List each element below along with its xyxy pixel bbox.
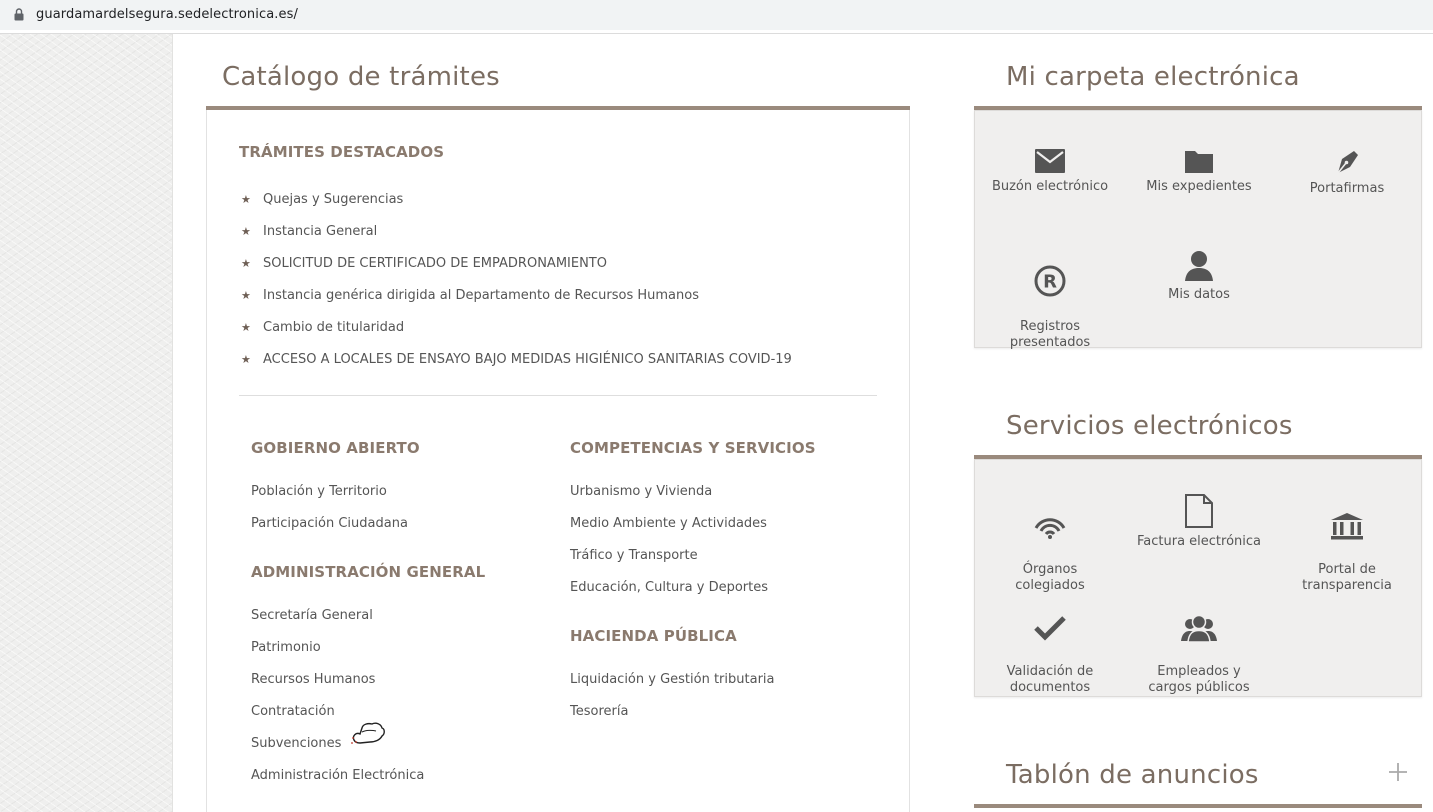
category-link[interactable]: Medio Ambiente y Actividades [570, 508, 768, 540]
lock-icon [14, 8, 24, 21]
tile-label: Portafirmas [1309, 181, 1385, 196]
star-icon: ★ [241, 193, 251, 206]
catalog-title: Catálogo de trámites [222, 62, 500, 92]
registered-icon: R [1034, 265, 1066, 297]
tile-label: Validación de documentos [1006, 664, 1094, 695]
category-link[interactable]: Subvenciones [251, 728, 424, 760]
star-icon: ★ [241, 353, 251, 366]
tile-label: Factura electrónica [1136, 534, 1261, 549]
transparency-tile[interactable]: Portal de transparencia [1272, 496, 1422, 594]
treasury-heading[interactable]: HACIENDA PÚBLICA [570, 627, 737, 645]
url-text: guardamardelsegura.sedelectronica.es/ [36, 7, 298, 22]
bank-icon [1331, 513, 1363, 540]
treasury-list: Liquidación y Gestión tributaria Tesorer… [570, 664, 775, 728]
open-government-heading[interactable]: GOBIERNO ABIERTO [251, 439, 420, 457]
hand-cursor-icon [351, 722, 385, 744]
category-link[interactable]: Recursos Humanos [251, 664, 424, 696]
group-icon [1181, 614, 1217, 642]
checkmark-icon [1034, 616, 1066, 641]
inbox-tile[interactable]: Buzón electrónico [975, 149, 1125, 195]
featured-list: ★ Quejas y Sugerencias ★ Instancia General… [241, 184, 792, 376]
services-title: Servicios electrónicos [1006, 411, 1293, 441]
general-admin-list: Secretaría General Patrimonio Recursos H… [251, 600, 424, 792]
tile-label: Mis expedientes [1146, 179, 1252, 194]
folder-panel: Buzón electrónico Mis expedientes Portaf… [974, 110, 1422, 351]
user-icon [1185, 251, 1213, 281]
featured-heading: TRÁMITES DESTACADOS [239, 143, 445, 161]
bodies-tile[interactable]: Órganos colegiados [975, 496, 1125, 594]
category-link[interactable]: Participación Ciudadana [251, 508, 408, 540]
catalog-panel: TRÁMITES DESTACADOS ★ Quejas y Sugerencia… [206, 110, 910, 812]
svg-text:R: R [1043, 272, 1057, 293]
general-admin-heading[interactable]: ADMINISTRACIÓN GENERAL [251, 563, 485, 581]
category-link[interactable]: Población y Territorio [251, 476, 408, 508]
star-icon: ★ [241, 225, 251, 238]
tile-label: Registros presentados [1009, 319, 1091, 350]
pen-nib-icon [1337, 151, 1358, 174]
plus-icon[interactable] [1388, 762, 1408, 782]
document-icon [1185, 494, 1213, 528]
category-link[interactable]: Secretaría General [251, 600, 424, 632]
tile-label: Mis datos [1168, 287, 1230, 302]
invoice-tile[interactable]: Factura electrónica [1124, 494, 1274, 550]
category-link[interactable]: Tráfico y Transporte [570, 540, 768, 572]
envelope-icon [1035, 149, 1065, 173]
featured-item[interactable]: ★ Instancia genérica dirigida al Departam… [241, 280, 792, 312]
competencies-list: Urbanismo y Vivienda Medio Ambiente y Ac… [570, 476, 768, 604]
category-link[interactable]: Urbanismo y Vivienda [570, 476, 768, 508]
background-texture [0, 34, 173, 812]
employees-tile[interactable]: Empleados y cargos públicos [1124, 598, 1274, 696]
featured-item[interactable]: ★ Quejas y Sugerencias [241, 184, 792, 216]
tile-label: Portal de transparencia [1302, 562, 1392, 593]
featured-item[interactable]: ★ Cambio de titularidad [241, 312, 792, 344]
star-icon: ★ [241, 289, 251, 302]
featured-item[interactable]: ★ SOLICITUD DE CERTIFICADO DE EMPADRONAMI… [241, 248, 792, 280]
broadcast-icon [1034, 518, 1066, 539]
category-link[interactable]: Contratación [251, 696, 424, 728]
competencies-heading[interactable]: COMPETENCIAS Y SERVICIOS [570, 439, 816, 457]
notices-title-bar [974, 804, 1422, 808]
featured-item[interactable]: ★ Instancia General [241, 216, 792, 248]
registries-tile[interactable]: R Registros presentados [975, 249, 1125, 351]
category-link[interactable]: Administración Electrónica [251, 760, 424, 792]
signatures-tile[interactable]: Portafirmas [1272, 149, 1422, 197]
services-panel: Órganos colegiados Factura electrónica P… [974, 459, 1422, 697]
folder-icon [1185, 151, 1213, 173]
tile-label: Órganos colegiados [1015, 562, 1085, 593]
validation-tile[interactable]: Validación de documentos [975, 598, 1125, 696]
my-data-tile[interactable]: Mis datos [1124, 249, 1274, 303]
browser-address-bar: guardamardelsegura.sedelectronica.es/ [0, 0, 1433, 34]
url-box[interactable]: guardamardelsegura.sedelectronica.es/ [0, 0, 1433, 30]
category-link[interactable]: Tesorería [570, 696, 775, 728]
category-link[interactable]: Educación, Cultura y Deportes [570, 572, 768, 604]
category-link[interactable]: Liquidación y Gestión tributaria [570, 664, 775, 696]
tile-label: Buzón electrónico [991, 179, 1109, 194]
star-icon: ★ [241, 257, 251, 270]
open-government-list: Población y Territorio Participación Ciu… [251, 476, 408, 540]
notices-title: Tablón de anuncios [1006, 760, 1259, 790]
tile-label: Empleados y cargos públicos [1148, 664, 1250, 695]
category-link[interactable]: Patrimonio [251, 632, 424, 664]
featured-item[interactable]: ★ ACCESO A LOCALES DE ENSAYO BAJO MEDIDAS… [241, 344, 792, 376]
files-tile[interactable]: Mis expedientes [1124, 149, 1274, 195]
folder-title: Mi carpeta electrónica [1006, 62, 1300, 92]
star-icon: ★ [241, 321, 251, 334]
section-divider [239, 395, 877, 396]
